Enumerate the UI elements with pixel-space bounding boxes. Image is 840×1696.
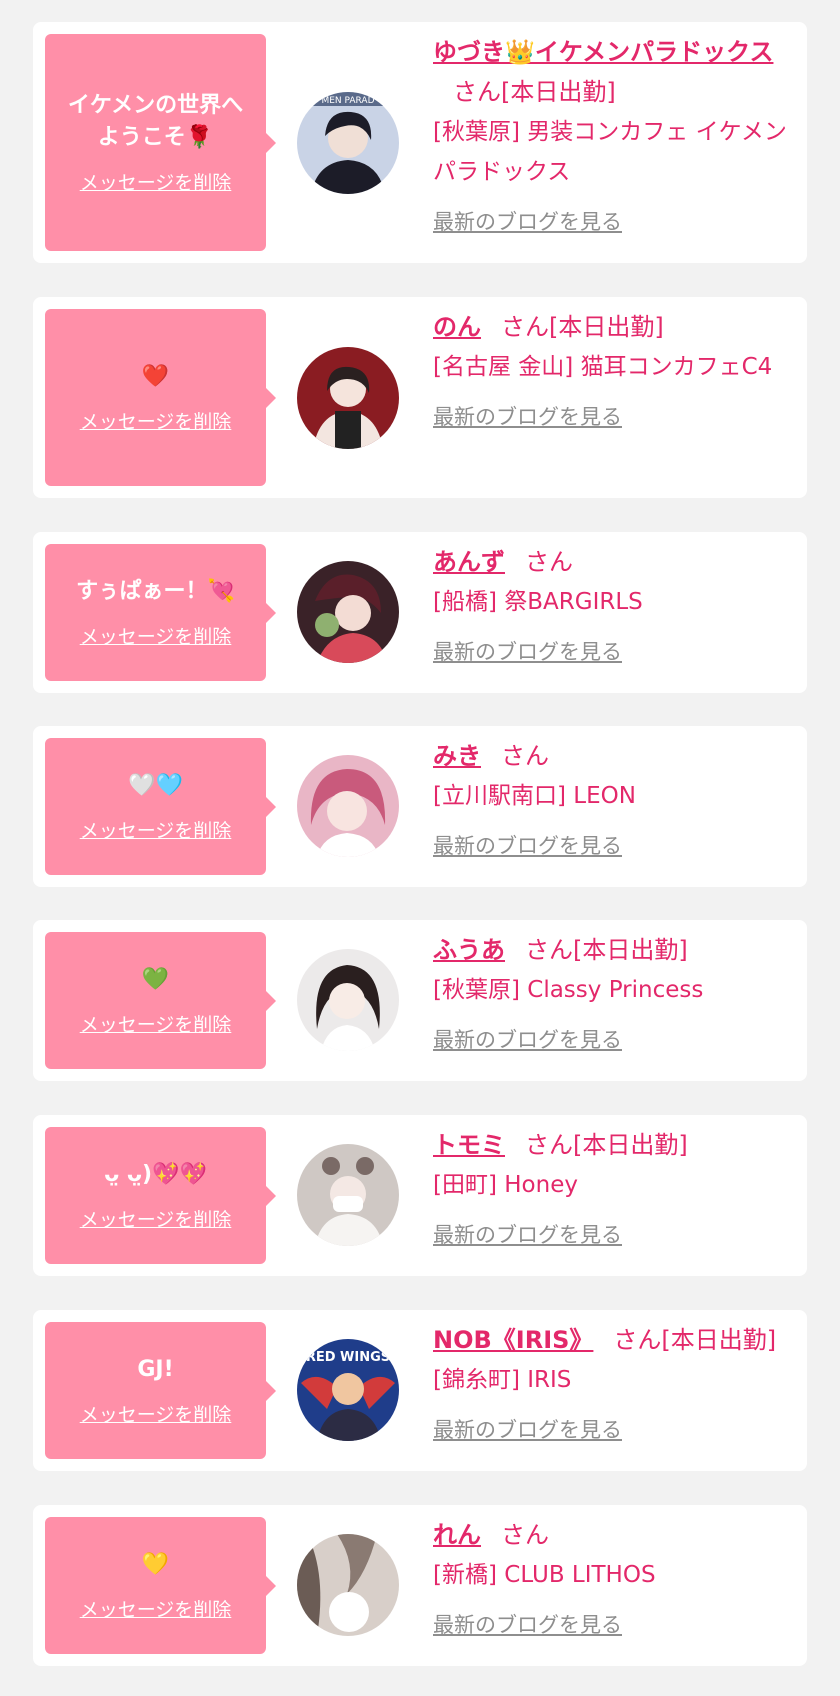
latest-blog-link[interactable]: 最新のブログを見る [433, 1414, 622, 1444]
favorite-card: 💚 メッセージを削除 ふうあ さん[本日出勤] [秋葉原] Classy Prin… [33, 920, 807, 1081]
latest-blog-link[interactable]: 最新のブログを見る [433, 1609, 622, 1639]
honorific-status: さん [501, 1521, 549, 1549]
latest-blog-link[interactable]: 最新のブログを見る [433, 830, 622, 860]
latest-blog-link[interactable]: 最新のブログを見る [433, 1024, 622, 1054]
message-text: ❤️ [141, 364, 170, 389]
message-bubble: ❤️ メッセージを削除 [45, 309, 276, 486]
message-text: GJ! [137, 1357, 174, 1382]
delete-message-link[interactable]: メッセージを削除 [80, 622, 232, 649]
message-text: すぅぱぁー！💘 [76, 579, 235, 604]
shop-name: [名古屋 金山] 猫耳コンカフェC4 [433, 354, 773, 380]
profile-photo-icon [297, 1144, 399, 1246]
cast-name-link[interactable]: あんず [433, 548, 505, 576]
honorific-status: さん[本日出勤] [525, 1131, 688, 1159]
message-text: 💚 [141, 967, 170, 992]
avatar[interactable] [297, 949, 399, 1051]
honorific-status: さん [501, 742, 549, 770]
cast-info: ゆづき👑イケメンパラドックスさん[本日出勤] [秋葉原] 男装コンカフェ イケメ… [433, 32, 793, 236]
cast-name-link[interactable]: のん [433, 313, 481, 341]
delete-message-link[interactable]: メッセージを削除 [80, 1595, 232, 1622]
avatar[interactable] [297, 561, 399, 663]
avatar[interactable] [297, 755, 399, 857]
favorite-card: 💛 メッセージを削除 れん さん [新橋] CLUB LITHOS 最新のブログを… [33, 1505, 807, 1666]
message-text: 🤍🩵 [128, 773, 183, 798]
cast-name-link[interactable]: みき [433, 742, 481, 770]
delete-message-link[interactable]: メッセージを削除 [80, 407, 232, 434]
latest-blog-link[interactable]: 最新のブログを見る [433, 401, 622, 431]
avatar[interactable]: RED WINGS [297, 1339, 399, 1441]
cast-name-link[interactable]: ふうあ [433, 936, 505, 964]
honorific-status: さん[本日出勤] [525, 936, 688, 964]
shop-name: [田町] Honey [433, 1172, 578, 1198]
shop-name: [秋葉原] 男装コンカフェ イケメンパラドックス [433, 119, 787, 185]
honorific-status: さん[本日出勤] [501, 313, 664, 341]
delete-message-link[interactable]: メッセージを削除 [80, 1400, 232, 1427]
profile-photo-icon: MEN PARAD [297, 92, 399, 194]
avatar[interactable] [297, 1144, 399, 1246]
cast-info: あんず さん [船橋] 祭BARGIRLS 最新のブログを見る [433, 542, 793, 666]
message-text: イケメンの世界へようこそ🌹 [67, 93, 244, 150]
cast-info: みき さん [立川駅南口] LEON 最新のブログを見る [433, 736, 793, 860]
profile-photo-icon [297, 1534, 399, 1636]
profile-photo-icon [297, 755, 399, 857]
message-bubble: GJ! メッセージを削除 [45, 1322, 276, 1459]
cast-info: のん さん[本日出勤] [名古屋 金山] 猫耳コンカフェC4 最新のブログを見る [433, 307, 793, 431]
delete-message-link[interactable]: メッセージを削除 [80, 1010, 232, 1037]
honorific-status: さん [525, 548, 573, 576]
message-bubble: 💛 メッセージを削除 [45, 1517, 276, 1654]
favorite-card: ᴗ̤ ᴗ̤)💖💖 メッセージを削除 トモミ さん[本日出勤] [田町] Honey… [33, 1115, 807, 1276]
shop-name: [船橋] 祭BARGIRLS [433, 589, 643, 615]
cast-info: ふうあ さん[本日出勤] [秋葉原] Classy Princess 最新のブログ… [433, 930, 793, 1054]
avatar-banner: RED WINGS [306, 1350, 390, 1365]
shop-name: [新橋] CLUB LITHOS [433, 1562, 656, 1588]
favorite-card: ❤️ メッセージを削除 のん さん[本日出勤] [名古屋 金山] 猫耳コンカフェC… [33, 297, 807, 498]
shop-name: [立川駅南口] LEON [433, 783, 636, 809]
cast-info: NOB《IRIS》 さん[本日出勤] [錦糸町] IRIS 最新のブログを見る [433, 1320, 793, 1444]
cast-info: トモミ さん[本日出勤] [田町] Honey 最新のブログを見る [433, 1125, 793, 1249]
delete-message-link[interactable]: メッセージを削除 [80, 168, 232, 195]
message-text: 💛 [141, 1552, 170, 1577]
avatar[interactable] [297, 1534, 399, 1636]
delete-message-link[interactable]: メッセージを削除 [80, 1205, 232, 1232]
delete-message-link[interactable]: メッセージを削除 [80, 816, 232, 843]
cast-name-link[interactable]: ゆづき👑イケメンパラドックス [433, 38, 773, 66]
message-bubble: ᴗ̤ ᴗ̤)💖💖 メッセージを削除 [45, 1127, 276, 1264]
cast-name-link[interactable]: れん [433, 1521, 481, 1549]
avatar[interactable] [297, 347, 399, 449]
favorite-card: すぅぱぁー！💘 メッセージを削除 あんず さん [船橋] 祭BARGIRLS 最新… [33, 532, 807, 693]
shop-name: [錦糸町] IRIS [433, 1367, 572, 1393]
message-bubble: 🤍🩵 メッセージを削除 [45, 738, 276, 875]
honorific-status: さん[本日出勤] [613, 1326, 777, 1354]
latest-blog-link[interactable]: 最新のブログを見る [433, 1219, 622, 1249]
message-bubble: イケメンの世界へようこそ🌹 メッセージを削除 [45, 34, 276, 251]
honorific-status: さん[本日出勤] [453, 78, 616, 106]
message-bubble: 💚 メッセージを削除 [45, 932, 276, 1069]
profile-photo-icon [297, 347, 399, 449]
favorite-card: イケメンの世界へようこそ🌹 メッセージを削除 MEN PARAD ゆづき👑イケメ… [33, 22, 807, 263]
favorite-card: GJ! メッセージを削除 RED WINGS NOB《IRIS》 さん[本日出勤]… [33, 1310, 807, 1471]
message-text: ᴗ̤ ᴗ̤)💖💖 [104, 1162, 207, 1187]
cast-name-link[interactable]: トモミ [433, 1131, 505, 1159]
message-bubble: すぅぱぁー！💘 メッセージを削除 [45, 544, 276, 681]
profile-photo-icon [297, 561, 399, 663]
favorite-card: 🤍🩵 メッセージを削除 みき さん [立川駅南口] LEON 最新のブログを見る [33, 726, 807, 887]
profile-photo-icon [297, 949, 399, 1051]
latest-blog-link[interactable]: 最新のブログを見る [433, 206, 622, 236]
profile-photo-icon: RED WINGS [297, 1339, 399, 1441]
cast-info: れん さん [新橋] CLUB LITHOS 最新のブログを見る [433, 1515, 793, 1639]
avatar-banner: MEN PARAD [321, 96, 374, 106]
latest-blog-link[interactable]: 最新のブログを見る [433, 636, 622, 666]
shop-name: [秋葉原] Classy Princess [433, 977, 704, 1003]
avatar[interactable]: MEN PARAD [297, 92, 399, 194]
cast-name-link[interactable]: NOB《IRIS》 [433, 1326, 593, 1354]
